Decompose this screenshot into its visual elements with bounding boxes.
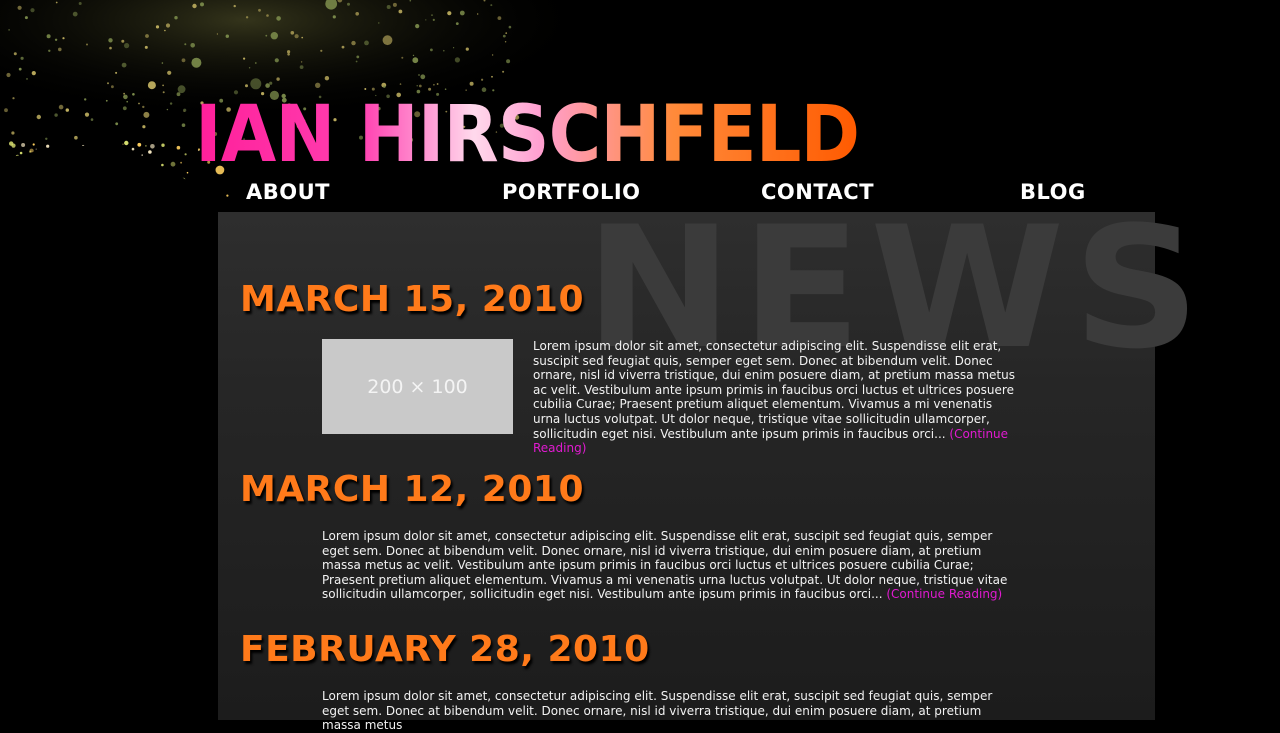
nav-item-contact[interactable]: CONTACT [761, 180, 874, 204]
nav-item-portfolio[interactable]: PORTFOLIO [502, 180, 641, 204]
post-excerpt: Lorem ipsum dolor sit amet, consectetur … [322, 689, 1022, 733]
thumbnail-placeholder-label: 200 × 100 [367, 375, 468, 398]
post-thumbnail[interactable]: 200 × 100 [322, 339, 513, 434]
nav-item-blog[interactable]: BLOG [1020, 180, 1086, 204]
site-logo[interactable]: IAN HIRSCHFELD [195, 92, 860, 178]
post-excerpt-text: Lorem ipsum dolor sit amet, consectetur … [533, 339, 1015, 441]
main-nav: ABOUT PORTFOLIO CONTACT BLOG [0, 180, 1280, 210]
post-date: MARCH 15, 2010 [240, 279, 584, 320]
nav-item-about[interactable]: ABOUT [246, 180, 330, 204]
post-excerpt-text: Lorem ipsum dolor sit amet, consectetur … [322, 689, 993, 733]
post-excerpt: Lorem ipsum dolor sit amet, consectetur … [533, 339, 1023, 456]
post-excerpt: Lorem ipsum dolor sit amet, consectetur … [322, 529, 1022, 602]
continue-reading-link[interactable]: (Continue Reading) [886, 587, 1002, 601]
post-date: FEBRUARY 28, 2010 [240, 629, 650, 670]
post-date: MARCH 12, 2010 [240, 469, 584, 510]
